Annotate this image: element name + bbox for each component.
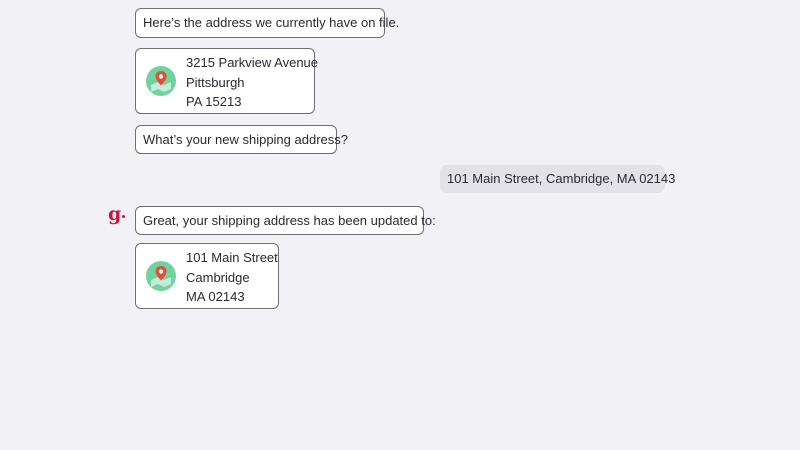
address-street: 3215 Parkview Avenue <box>186 55 319 70</box>
assistant-message-ask-address: What’s your new shipping address? <box>135 125 348 154</box>
assistant-message-current-address: Here’s the address we currently have on … <box>135 8 399 38</box>
message-text: Here’s the address we currently have on … <box>143 15 400 30</box>
address-city: Cambridge <box>186 269 250 285</box>
assistant-message-confirmation: Great, your shipping address has been up… <box>135 206 436 235</box>
chat-transcript: Here’s the address we currently have on … <box>0 0 800 450</box>
address-lines: 101 Main Street Cambridge MA 02143 <box>186 248 278 307</box>
logo-dot <box>122 215 126 218</box>
map-pin-icon <box>146 66 176 96</box>
assistant-logo: g <box>108 203 126 225</box>
message-text: 101 Main Street, Cambridge, MA 02143 <box>447 171 676 186</box>
address-lines: 3215 Parkview Avenue Pittsburgh PA 15213 <box>186 53 318 112</box>
message-text: Great, your shipping address has been up… <box>143 213 436 228</box>
address-card-updated: 101 Main Street Cambridge MA 02143 <box>135 243 279 309</box>
logo-letter: g <box>108 203 122 225</box>
message-text: What’s your new shipping address? <box>143 132 348 147</box>
address-state-zip: MA 02143 <box>186 289 245 304</box>
user-message-new-address: 101 Main Street, Cambridge, MA 02143 <box>440 165 675 193</box>
address-state-zip: PA 15213 <box>186 94 242 109</box>
address-street: 101 Main Street <box>186 250 278 265</box>
map-pin-icon <box>146 261 176 291</box>
address-city: Pittsburgh <box>186 74 245 90</box>
address-card-current: 3215 Parkview Avenue Pittsburgh PA 15213 <box>135 48 318 114</box>
